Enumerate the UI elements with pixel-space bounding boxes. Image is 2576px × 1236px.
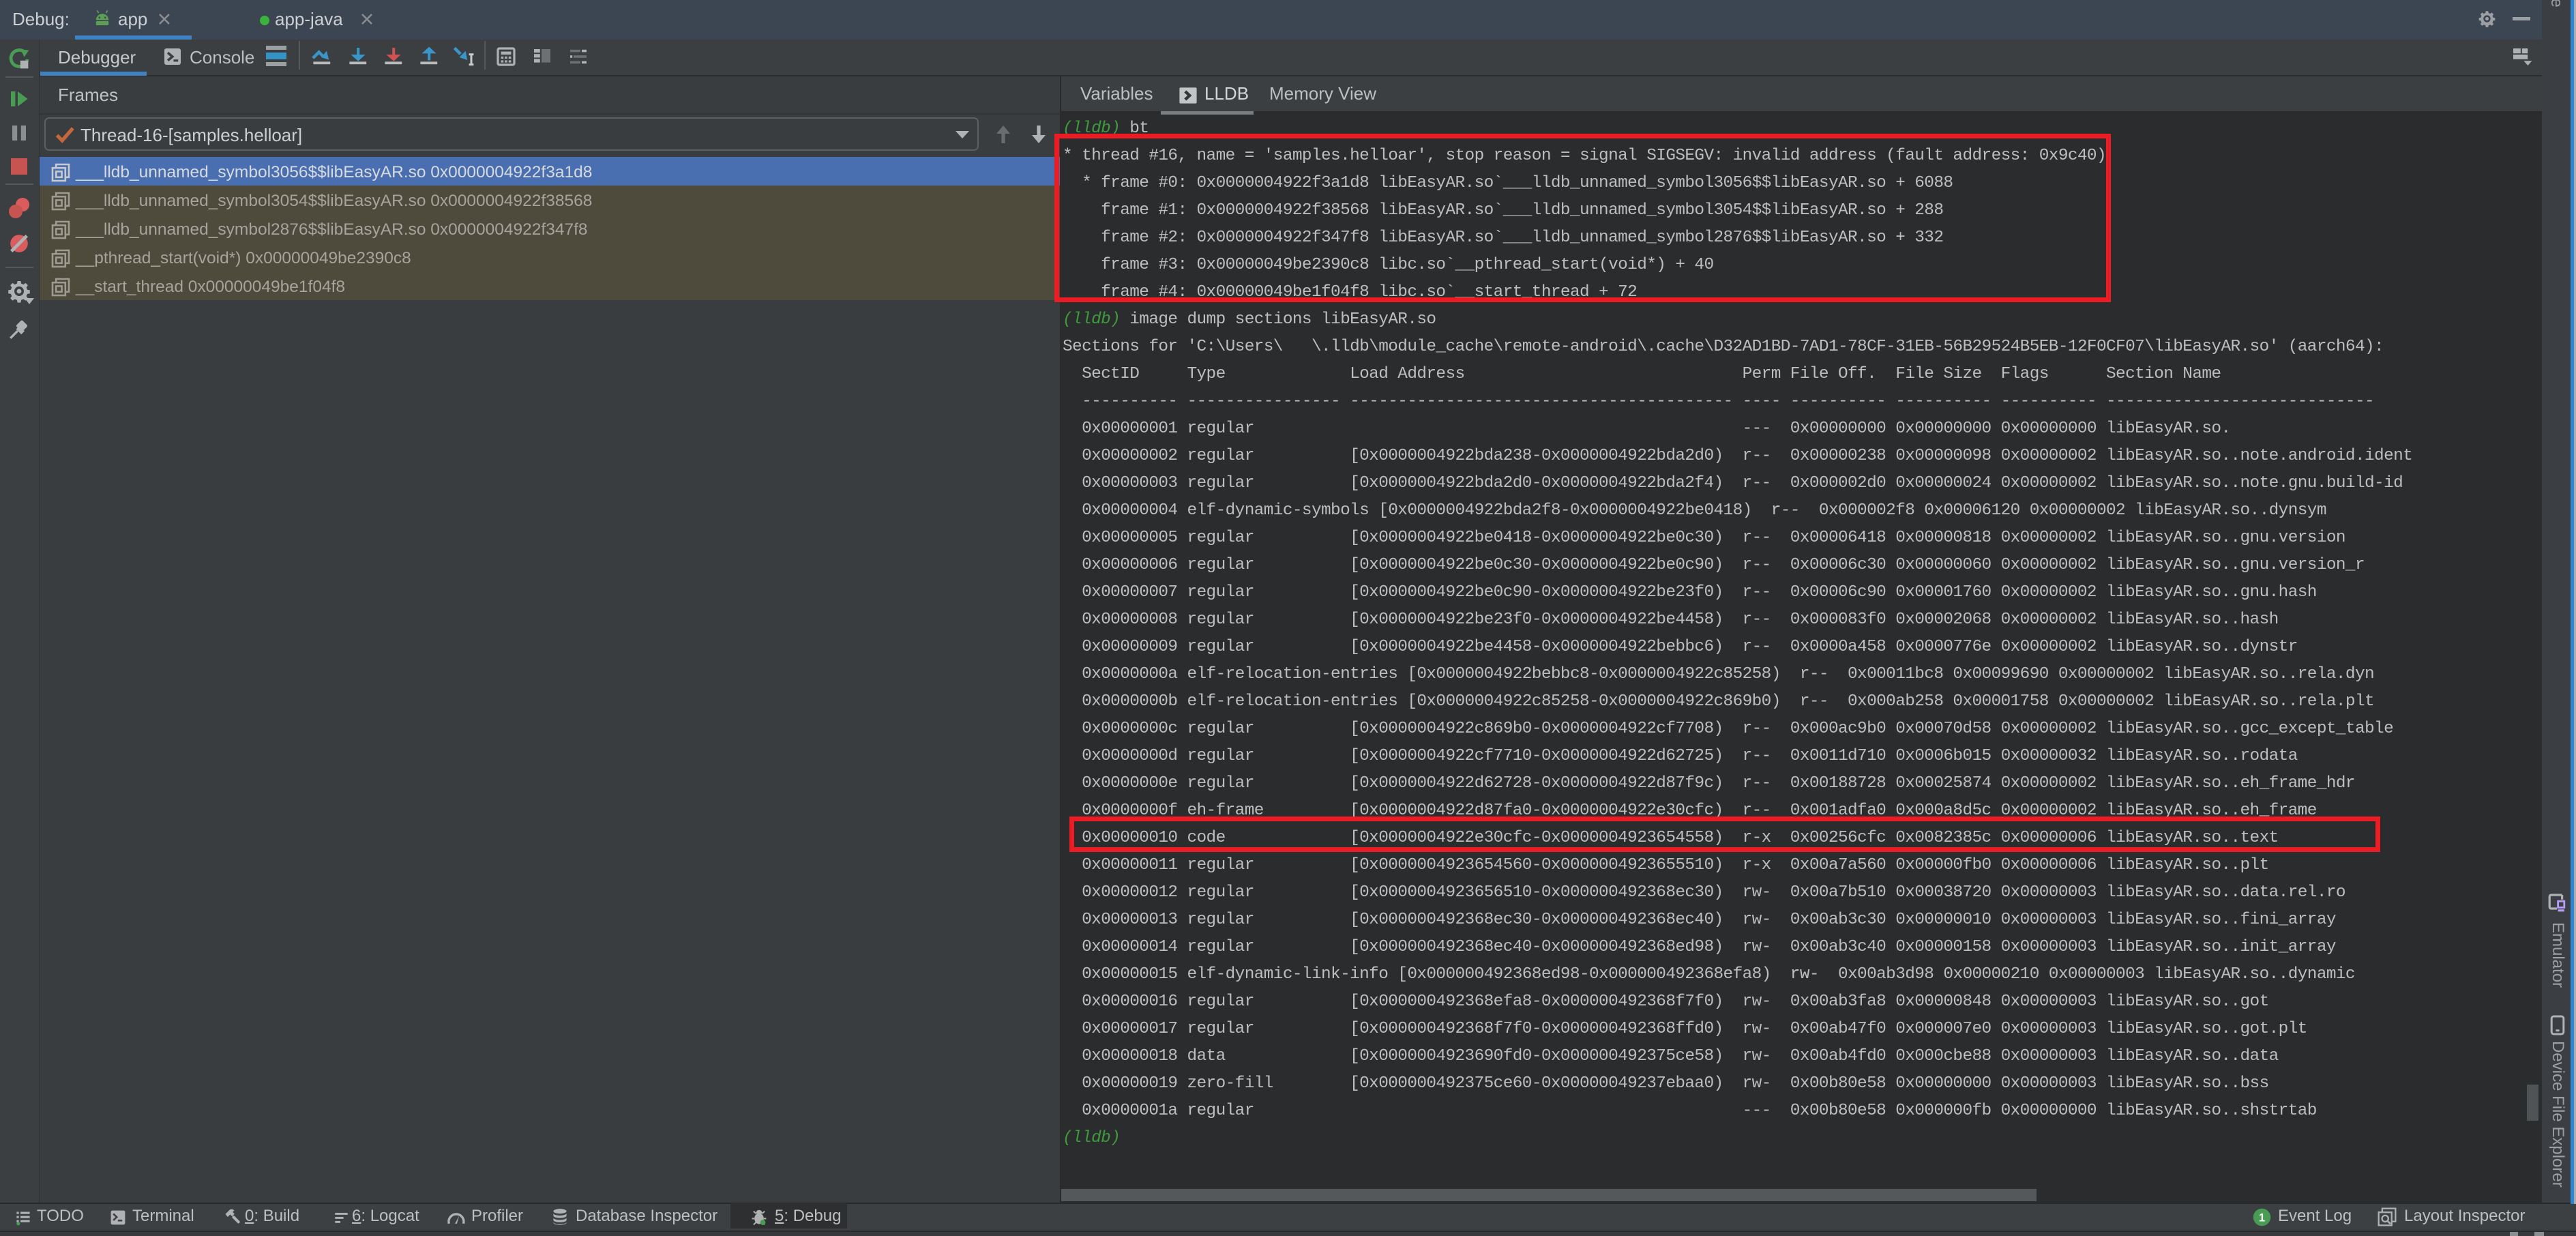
svg-text:1: 1 [2259,1211,2265,1224]
